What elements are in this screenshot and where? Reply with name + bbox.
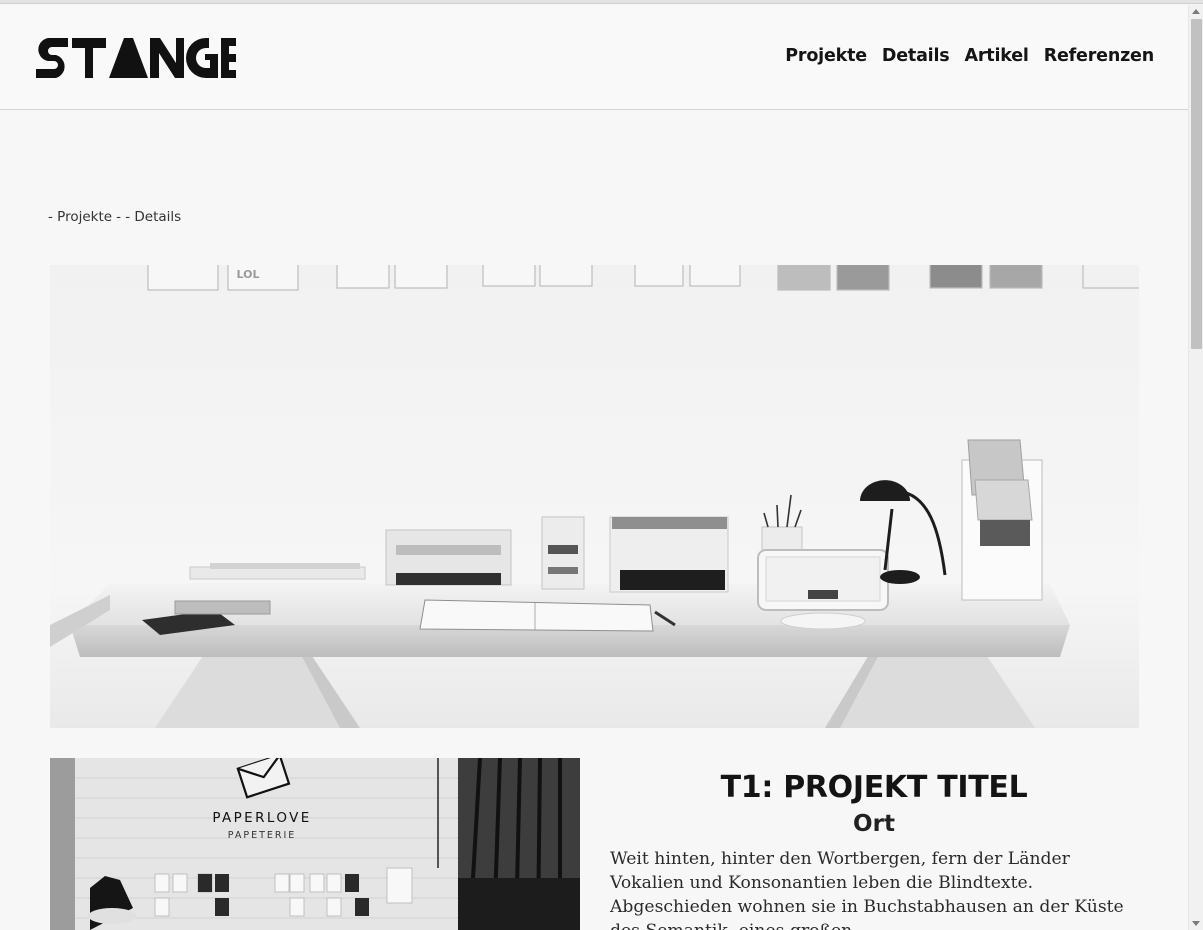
page-scrollbar[interactable]	[1188, 5, 1203, 930]
project-title: T1: PROJEKT TITEL	[720, 770, 1028, 805]
scroll-down-icon[interactable]	[1192, 921, 1200, 926]
main-nav: Projekte Details Artikel Referenzen	[785, 46, 1154, 66]
paperlove-brand-text: PAPERLOVE	[212, 810, 311, 826]
desk-photo-illustration: LOL	[50, 265, 1139, 728]
breadcrumb-details: - - Details	[116, 209, 182, 225]
project-description: Weit hinten, hinter den Wortbergen, fern…	[610, 849, 1124, 930]
nav-link-referenzen[interactable]: Referenzen	[1044, 46, 1155, 66]
paperlove-sub-text: PAPETERIE	[228, 830, 297, 841]
side-image: PAPERLOVE PAPETERIE	[50, 758, 580, 930]
nav-link-details[interactable]: Details	[882, 46, 950, 66]
breadcrumb: - Projekte - - Details	[48, 209, 181, 225]
paperlove-shop-photo-illustration: PAPERLOVE PAPETERIE	[50, 758, 580, 930]
nav-link-artikel[interactable]: Artikel	[965, 46, 1029, 66]
scrollbar-thumb[interactable]	[1191, 19, 1202, 349]
breadcrumb-projekte[interactable]: - Projekte	[48, 209, 112, 225]
hero-image: LOL	[50, 265, 1139, 728]
nav-link-projekte[interactable]: Projekte	[785, 46, 867, 66]
scroll-up-icon[interactable]	[1192, 9, 1200, 14]
site-header: Projekte Details Artikel Referenzen	[0, 5, 1188, 110]
stange-logo-icon	[36, 37, 236, 78]
svg-text:LOL: LOL	[237, 268, 260, 281]
project-info: T1: PROJEKT TITEL Ort Weit hinten, hinte…	[610, 770, 1138, 930]
project-location: Ort	[853, 811, 895, 837]
browser-top-edge	[0, 0, 1203, 4]
site-logo[interactable]	[34, 37, 238, 78]
